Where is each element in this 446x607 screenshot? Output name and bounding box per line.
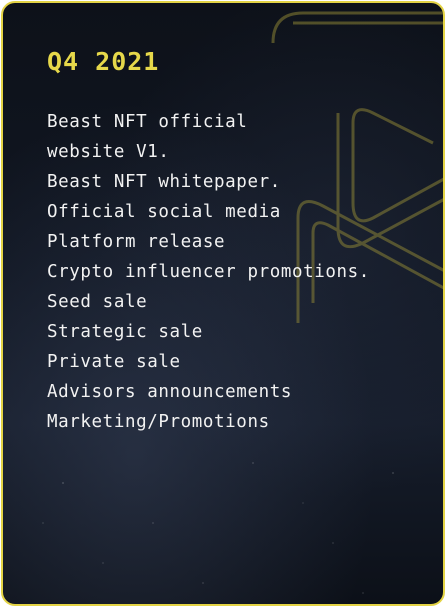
roadmap-period-title: Q4 2021 xyxy=(47,47,160,76)
roadmap-item: Marketing/Promotions xyxy=(47,412,270,432)
roadmap-item: Beast NFT official xyxy=(47,112,248,132)
roadmap-item: Beast NFT whitepaper. xyxy=(47,172,281,192)
roadmap-item: Private sale xyxy=(47,352,181,372)
roadmap-items-list: Beast NFT official website V1. Beast NFT… xyxy=(47,107,370,437)
roadmap-item: website V1. xyxy=(47,142,170,162)
roadmap-item: Strategic sale xyxy=(47,322,203,342)
roadmap-item: Platform release xyxy=(47,232,226,252)
roadmap-item: Crypto influencer promotions. xyxy=(47,262,370,282)
roadmap-item: Official social media xyxy=(47,202,281,222)
roadmap-item: Seed sale xyxy=(47,292,148,312)
roadmap-item: Advisors announcements xyxy=(47,382,292,402)
roadmap-card: Q4 2021 Beast NFT official website V1. B… xyxy=(1,1,445,606)
